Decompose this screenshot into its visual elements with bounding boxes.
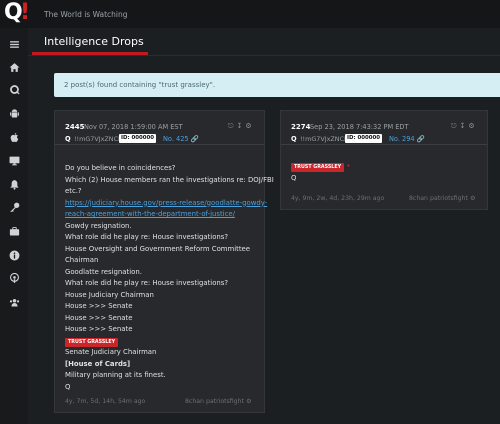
settings-icon[interactable]: ⚙ xyxy=(468,122,477,130)
post-line: Do you believe in coincidences? xyxy=(65,164,176,172)
search-result-alert: 2 post(s) found containing "trust grassl… xyxy=(54,73,500,97)
post-line: House >>> Senate xyxy=(65,325,133,333)
poster-name: Q xyxy=(291,135,297,143)
post-age: 4y, 7m, 5d, 14h, 54m ago xyxy=(65,398,146,405)
post-line: Chairman xyxy=(65,256,99,264)
post-source[interactable]: 8chan patriotsfight ⚙ xyxy=(185,398,252,405)
highlight-row: TRUST GRASSLEY • xyxy=(291,161,350,173)
post-number: 2445 xyxy=(65,123,85,131)
highlight-row: TRUST GRASSLEY xyxy=(65,336,274,348)
post-actions: ⎋↧⚙ xyxy=(228,122,255,131)
post-line: etc.? xyxy=(65,187,82,195)
android-icon[interactable] xyxy=(4,103,24,123)
post-source[interactable]: 8chan patriotsfight ⚙ xyxy=(409,195,476,202)
post-line: Goodlatte resignation. xyxy=(65,267,142,276)
search-highlight-tag: TRUST GRASSLEY xyxy=(291,163,345,172)
bell-icon[interactable] xyxy=(4,174,24,194)
settings-icon[interactable]: ⚙ xyxy=(245,122,254,130)
post-url-line[interactable]: https://judiciary.house.gov/press-releas… xyxy=(65,198,274,210)
post-body: Do you believe in coincidences? Which (2… xyxy=(65,163,274,393)
q-icon[interactable] xyxy=(4,79,24,99)
post-signature: Q xyxy=(65,382,71,391)
key-icon[interactable] xyxy=(4,197,24,217)
post-header: 2445 Nov 07, 2018 1:59:00 AM EST ⎋↧⚙ Q !… xyxy=(55,111,264,145)
post-card: 2274 Sep 23, 2018 7:43:32 PM EDT ⎋↧⚙ Q !… xyxy=(280,110,488,210)
post-source-text: 8chan patriotsfight xyxy=(185,398,244,405)
post-line: House >>> Senate xyxy=(65,313,133,322)
post-no-text: No. 294 xyxy=(389,135,415,143)
site-tagline: The World is Watching xyxy=(44,10,128,19)
post-line: What role did he play re: House investig… xyxy=(65,279,229,287)
site-logo[interactable]: Q ! xyxy=(4,0,31,25)
post-no-text: No. 425 xyxy=(163,135,189,143)
post-source-text: 8chan patriotsfight xyxy=(409,195,468,202)
post-body: TRUST GRASSLEY • Q xyxy=(291,161,350,184)
sidebar xyxy=(0,28,28,424)
post-age: 4y, 9m, 2w, 4d, 23h, 29m ago xyxy=(291,195,385,202)
share-icon[interactable]: ⎋ xyxy=(451,122,460,130)
poster-trip: !!mG7VJxZNCI xyxy=(74,135,120,143)
users-icon[interactable] xyxy=(4,292,24,312)
post-url-line[interactable]: reach-agreement-with-the-department-of-j… xyxy=(65,209,274,221)
top-bar: Q ! The World is Watching xyxy=(0,0,500,28)
apple-icon[interactable] xyxy=(4,127,24,147)
link-icon: 🔗 xyxy=(190,135,199,143)
post-line: House >>> Senate xyxy=(65,302,133,310)
poster-name: Q xyxy=(65,135,71,143)
info-icon[interactable] xyxy=(4,245,24,265)
post-number: 2274 xyxy=(291,123,311,131)
alert-text: 2 post(s) found containing "trust grassl… xyxy=(64,81,216,89)
page-title: Intelligence Drops xyxy=(44,35,144,48)
post-line: What role did he play re: House investig… xyxy=(65,233,229,241)
desktop-icon[interactable] xyxy=(4,150,24,170)
gear-icon: ⚙ xyxy=(469,195,476,202)
post-no-link[interactable]: No. 425 🔗 xyxy=(163,135,199,143)
gear-icon: ⚙ xyxy=(245,398,252,405)
post-line: Senate Judiciary Chairman xyxy=(65,348,157,356)
post-date: Sep 23, 2018 7:43:32 PM EDT xyxy=(310,123,409,131)
post-line: House Oversight and Government Reform Co… xyxy=(65,244,251,253)
search-highlight-tag: TRUST GRASSLEY xyxy=(65,337,119,347)
logo-mark: ! xyxy=(20,0,31,25)
home-icon[interactable] xyxy=(4,57,24,77)
post-line: Which (2) House members ran the investig… xyxy=(65,175,274,184)
post-date: Nov 07, 2018 1:59:00 AM EST xyxy=(84,123,183,131)
post-line: House Judiciary Chairman xyxy=(65,290,154,299)
poster-trip: !!mG7VJxZNCI xyxy=(300,135,346,143)
post-line: [House of Cards] xyxy=(65,359,131,368)
divider xyxy=(28,55,500,56)
post-line: Gowdy resignation. xyxy=(65,221,132,230)
podcast-icon[interactable] xyxy=(4,268,24,288)
poster-id-badge: ID: 000000 xyxy=(119,134,157,143)
briefcase-icon[interactable] xyxy=(4,221,24,241)
post-signature: Q xyxy=(291,173,297,182)
menu-icon[interactable] xyxy=(4,34,24,54)
share-icon[interactable]: ⎋ xyxy=(228,122,237,130)
link-icon: 🔗 xyxy=(416,135,425,143)
post-no-link[interactable]: No. 294 🔗 xyxy=(389,135,425,143)
poster-id-badge: ID: 000000 xyxy=(345,134,383,143)
post-line: Military planning at its finest. xyxy=(65,371,166,379)
post-card: 2445 Nov 07, 2018 1:59:00 AM EST ⎋↧⚙ Q !… xyxy=(54,110,274,413)
post-header: 2274 Sep 23, 2018 7:43:32 PM EDT ⎋↧⚙ Q !… xyxy=(281,111,487,145)
post-actions: ⎋↧⚙ xyxy=(451,122,478,131)
